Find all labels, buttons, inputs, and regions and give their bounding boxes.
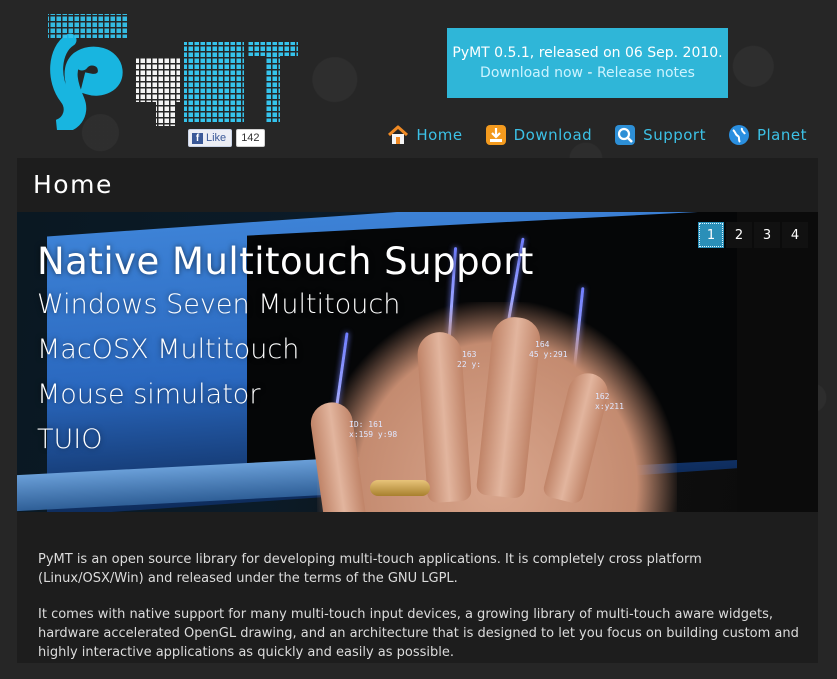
- facebook-like-label: Like: [206, 132, 227, 144]
- facebook-like-count: 142: [236, 129, 265, 147]
- globe-icon: [728, 124, 750, 146]
- download-now-link[interactable]: Download now: [480, 65, 583, 81]
- slide-feature-line: Mouse simulator: [37, 379, 261, 410]
- page-title: Home: [33, 170, 113, 199]
- slider-pagination: 1 2 3 4: [696, 222, 808, 248]
- nav-item-support-label: Support: [643, 126, 706, 144]
- nav-item-home-label: Home: [416, 126, 463, 144]
- slider-page-3[interactable]: 3: [754, 222, 780, 248]
- download-icon: [485, 124, 507, 146]
- touch-id-label: 45 y:291: [529, 350, 568, 359]
- support-icon: [614, 124, 636, 146]
- facebook-like-button[interactable]: f Like: [188, 129, 233, 147]
- release-announcement: PyMT 0.5.1, released on 06 Sep. 2010.: [452, 45, 723, 61]
- nav-item-download[interactable]: Download: [485, 124, 593, 146]
- slide-caption: Native Multitouch Support Windows Seven …: [37, 240, 534, 469]
- nav-item-support[interactable]: Support: [614, 124, 706, 146]
- slide-photo-bezel: [737, 212, 818, 512]
- nav-item-download-label: Download: [513, 126, 593, 144]
- nav-item-planet-label: Planet: [756, 126, 807, 144]
- slider-page-4[interactable]: 4: [782, 222, 808, 248]
- pymt-logo-graphic: [48, 14, 298, 133]
- release-notes-link[interactable]: Release notes: [597, 65, 695, 81]
- facebook-icon: f: [192, 132, 203, 144]
- content-panel: Home ID: 161 x:159 y:98 163 22 y: 164 45…: [17, 158, 818, 663]
- touch-id-label: x:y211: [595, 402, 624, 411]
- feature-slider: ID: 161 x:159 y:98 163 22 y: 164 45 y:29…: [17, 212, 818, 512]
- main-nav: Home Download Support Planet: [387, 124, 807, 146]
- facebook-like-widget: f Like 142: [188, 129, 265, 147]
- touch-id-label: 164: [535, 340, 550, 349]
- release-separator: -: [582, 65, 597, 81]
- intro-paragraph: PyMT is an open source library for devel…: [38, 552, 702, 586]
- slider-page-2[interactable]: 2: [726, 222, 752, 248]
- slide-feature-line: Windows Seven Multitouch: [37, 289, 401, 320]
- slide-photo-ring: [370, 480, 430, 496]
- touch-id-label: 162: [595, 392, 610, 401]
- home-icon: [387, 124, 409, 146]
- nav-item-home[interactable]: Home: [387, 124, 462, 146]
- slide-feature-line: TUIO: [37, 424, 103, 455]
- nav-item-planet[interactable]: Planet: [728, 124, 807, 146]
- slider-page-1[interactable]: 1: [698, 222, 724, 248]
- pymt-logo[interactable]: [44, 10, 304, 133]
- slide-headline: Native Multitouch Support: [37, 240, 534, 283]
- intro-paragraph: It comes with native support for many mu…: [38, 607, 799, 660]
- release-banner: PyMT 0.5.1, released on 06 Sep. 2010. Do…: [447, 28, 728, 98]
- slide-feature-line: MacOSX Multitouch: [37, 334, 300, 365]
- intro-text: PyMT is an open source library for devel…: [38, 550, 808, 679]
